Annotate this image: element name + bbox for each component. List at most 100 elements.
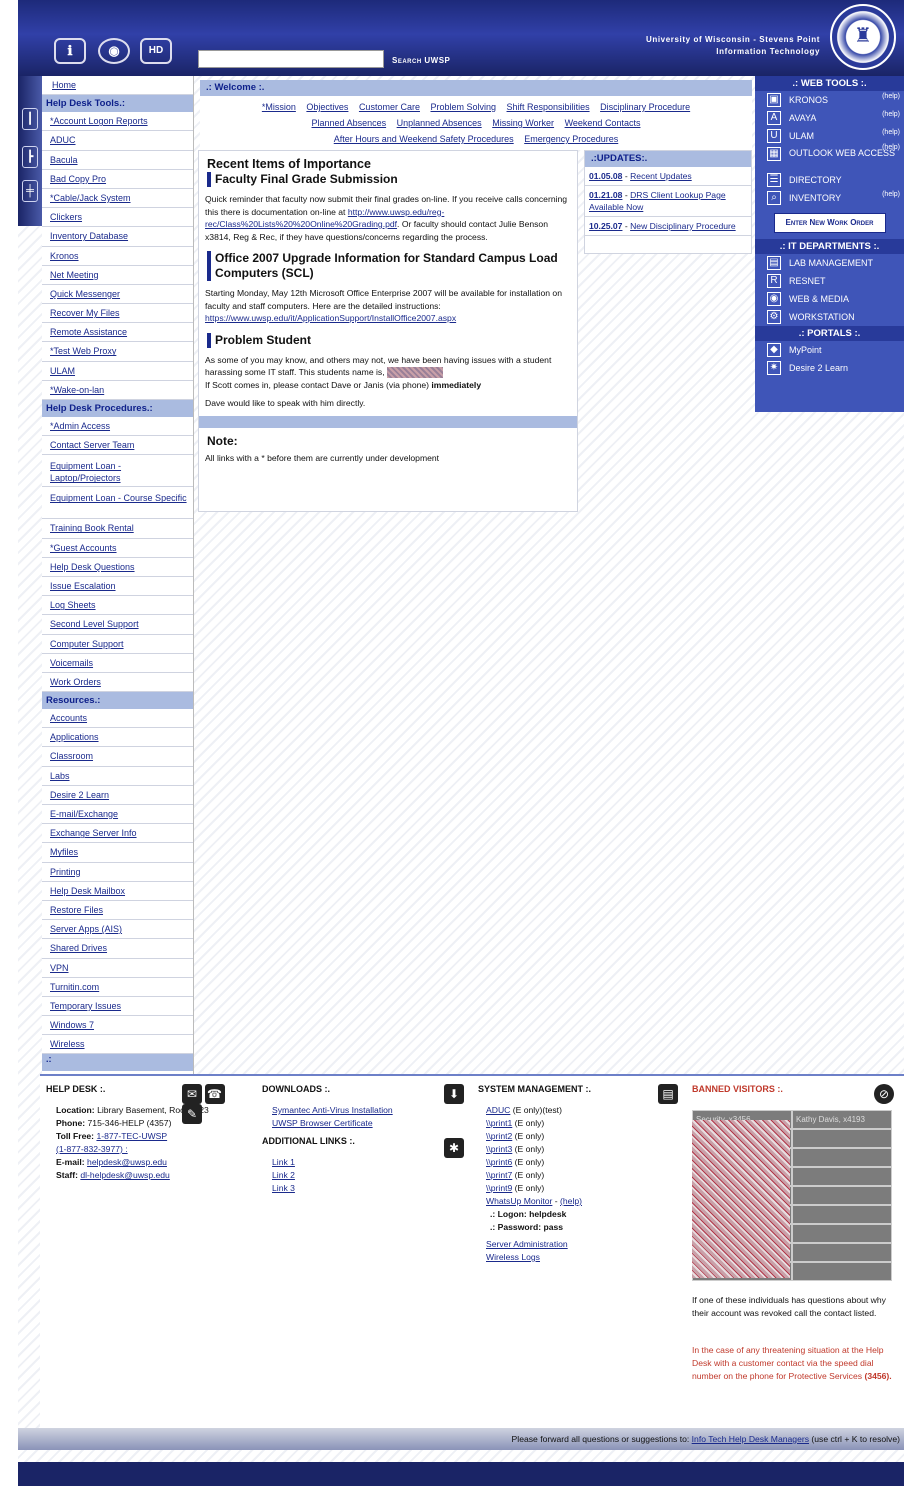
email-link[interactable]: helpdesk@uwsp.edu xyxy=(87,1157,167,1167)
search-button[interactable]: Search UWSP xyxy=(392,56,450,65)
welcome-link-mission[interactable]: *Mission xyxy=(262,102,296,112)
welcome-link-after-hours-and-weekend-safety-procedures[interactable]: After Hours and Weekend Safety Procedure… xyxy=(334,134,514,144)
download-arrow-icon[interactable]: ⬇ xyxy=(444,1084,464,1104)
sysmgmt-link[interactable]: \\print2 xyxy=(486,1131,512,1141)
welcome-link-emergency-procedures[interactable]: Emergency Procedures xyxy=(524,134,618,144)
right-item-inventory[interactable]: ⌕ INVENTORY (help) xyxy=(755,189,904,207)
sysmgmt-link[interactable]: \\print6 xyxy=(486,1157,512,1167)
nav-item-equipment-loan-course-specific[interactable]: Equipment Loan - Course Specific xyxy=(42,487,193,520)
nav-item-kronos[interactable]: Kronos xyxy=(42,247,193,266)
welcome-link-problem-solving[interactable]: Problem Solving xyxy=(430,102,496,112)
puzzle-icon[interactable]: ✱ xyxy=(444,1138,464,1158)
nav-item-remote-assistance[interactable]: Remote Assistance xyxy=(42,323,193,343)
phone-icon[interactable]: ☎ xyxy=(204,1084,225,1104)
nav-item-myfiles[interactable]: Myfiles xyxy=(42,843,193,863)
nav-item-cable-jack-system[interactable]: *Cable/Jack System xyxy=(42,189,193,209)
nav-item-desire-2-learn[interactable]: Desire 2 Learn xyxy=(42,786,193,805)
welcome-link-customer-care[interactable]: Customer Care xyxy=(359,102,420,112)
nav-item-account-logon-reports[interactable]: *Account Logon Reports xyxy=(42,112,193,132)
help-link[interactable]: (help) xyxy=(882,186,900,204)
tool-icon-2[interactable]: ┣ xyxy=(22,146,38,168)
nav-item-clickers[interactable]: Clickers xyxy=(42,208,193,228)
managers-link[interactable]: Info Tech Help Desk Managers xyxy=(692,1434,809,1444)
server-admin-link[interactable]: Server Administration xyxy=(486,1239,568,1249)
nav-item-wireless[interactable]: Wireless xyxy=(42,1035,193,1055)
item2-link[interactable]: https://www.uwsp.edu/it/ApplicationSuppo… xyxy=(205,313,456,323)
nav-item-test-web-proxy[interactable]: *Test Web Proxy xyxy=(42,342,193,362)
nav-item-recover-my-files[interactable]: Recover My Files xyxy=(42,304,193,324)
nav-item-applications[interactable]: Applications xyxy=(42,728,193,748)
help-link[interactable]: (help) xyxy=(882,124,900,142)
nav-item-turnitin-com[interactable]: Turnitin.com xyxy=(42,978,193,997)
server-icon[interactable]: ▤ xyxy=(658,1084,678,1104)
nav-item-server-apps-ais[interactable]: Server Apps (AIS) xyxy=(42,920,193,940)
help-link[interactable]: (help) xyxy=(882,106,900,124)
nav-item-restore-files[interactable]: Restore Files xyxy=(42,901,193,921)
welcome-link-objectives[interactable]: Objectives xyxy=(306,102,348,112)
nav-item-net-meeting[interactable]: Net Meeting xyxy=(42,266,193,285)
nav-item-voicemails[interactable]: Voicemails xyxy=(42,654,193,673)
tool-icon-3[interactable]: ╪ xyxy=(22,180,38,202)
sysmgmt-link[interactable]: \\print1 xyxy=(486,1118,512,1128)
nav-item-shared-drives[interactable]: Shared Drives xyxy=(42,939,193,959)
right-item-resnet[interactable]: R RESNET xyxy=(755,272,904,290)
welcome-link-weekend-contacts[interactable]: Weekend Contacts xyxy=(565,118,641,128)
globe-icon[interactable]: ◉ xyxy=(98,38,130,64)
nav-item-bad-copy-pro[interactable]: Bad Copy Pro xyxy=(42,170,193,189)
whatsup-link[interactable]: WhatsUp Monitor xyxy=(486,1196,552,1206)
nav-item-bacula[interactable]: Bacula xyxy=(42,151,193,170)
right-item-desire-2-learn[interactable]: ✷ Desire 2 Learn xyxy=(755,359,904,377)
additional-link[interactable]: Link 3 xyxy=(272,1183,295,1193)
update-date[interactable]: 01.21.08 xyxy=(589,190,622,200)
nav-item-e-mail-exchange[interactable]: E-mail/Exchange xyxy=(42,805,193,825)
nav-item-vpn[interactable]: VPN xyxy=(42,959,193,978)
right-item-web-media[interactable]: ◉ WEB & MEDIA xyxy=(755,290,904,308)
sysmgmt-link[interactable]: \\print7 xyxy=(486,1170,512,1180)
staff-email-link[interactable]: dl-helpdesk@uwsp.edu xyxy=(80,1170,169,1180)
welcome-link-disciplinary-procedure[interactable]: Disciplinary Procedure xyxy=(600,102,690,112)
update-link[interactable]: New Disciplinary Procedure xyxy=(630,221,736,231)
download-link-symantec-anti-virus-installation[interactable]: Symantec Anti-Virus Installation xyxy=(272,1105,393,1115)
update-date[interactable]: 01.05.08 xyxy=(589,171,622,181)
nav-item-aduc[interactable]: ADUC xyxy=(42,131,193,151)
help-link[interactable]: (help) xyxy=(882,142,900,154)
pen-icon[interactable]: ✎ xyxy=(182,1104,202,1124)
nav-item-help-desk-questions[interactable]: Help Desk Questions xyxy=(42,558,193,577)
welcome-link-unplanned-absences[interactable]: Unplanned Absences xyxy=(397,118,482,128)
nav-item-work-orders[interactable]: Work Orders xyxy=(42,673,193,693)
nav-item-accounts[interactable]: Accounts xyxy=(42,709,193,729)
nav-item-classroom[interactable]: Classroom xyxy=(42,747,193,767)
nav-item-computer-support[interactable]: Computer Support xyxy=(42,635,193,654)
nav-item-log-sheets[interactable]: Log Sheets xyxy=(42,596,193,616)
right-item-outlook-web-access[interactable]: ▦ OUTLOOK WEB ACCESS (help) xyxy=(755,142,904,171)
whatsup-help-link[interactable]: (help) xyxy=(560,1196,582,1206)
work-order-button[interactable]: Enter New Work Order xyxy=(773,213,886,233)
nav-item-equipment-loan-laptop-projectors[interactable]: Equipment Loan - Laptop/Projectors xyxy=(42,455,193,488)
right-item-lab-management[interactable]: ▤ LAB MANAGEMENT xyxy=(755,254,904,272)
mail-icon[interactable]: ✉ xyxy=(182,1084,202,1104)
nav-item-inventory-database[interactable]: Inventory Database xyxy=(42,227,193,247)
nav-item-windows-7[interactable]: Windows 7 xyxy=(42,1016,193,1036)
wireless-logs-link[interactable]: Wireless Logs xyxy=(486,1252,540,1262)
welcome-link-shift-responsibilities[interactable]: Shift Responsibilities xyxy=(507,102,590,112)
nav-item-temporary-issues[interactable]: Temporary Issues xyxy=(42,997,193,1017)
nav-item-issue-escalation[interactable]: Issue Escalation xyxy=(42,577,193,597)
nav-item-wake-on-lan[interactable]: *Wake-on-lan xyxy=(42,381,193,400)
nav-item-labs[interactable]: Labs xyxy=(42,767,193,786)
tollfree-link[interactable]: 1-877-TEC-UWSP xyxy=(96,1131,167,1141)
right-item-mypoint[interactable]: ◆ MyPoint xyxy=(755,341,904,359)
nav-item-help-desk-mailbox[interactable]: Help Desk Mailbox xyxy=(42,882,193,901)
nav-home[interactable]: Home xyxy=(42,76,193,96)
home-icon[interactable]: ℹ xyxy=(54,38,86,64)
tool-icon-1[interactable]: ┃ xyxy=(22,108,38,130)
nav-item-guest-accounts[interactable]: *Guest Accounts xyxy=(42,539,193,558)
sysmgmt-link[interactable]: ADUC xyxy=(486,1105,510,1115)
nav-item-contact-server-team[interactable]: Contact Server Team xyxy=(42,436,193,456)
help-link[interactable]: (help) xyxy=(882,88,900,106)
right-item-workstation[interactable]: ⚙ WORKSTATION xyxy=(755,308,904,326)
sysmgmt-link[interactable]: \\print9 xyxy=(486,1183,512,1193)
update-date[interactable]: 10.25.07 xyxy=(589,221,622,231)
welcome-link-planned-absences[interactable]: Planned Absences xyxy=(312,118,387,128)
additional-link[interactable]: Link 1 xyxy=(272,1157,295,1167)
nav-item-second-level-support[interactable]: Second Level Support xyxy=(42,615,193,635)
